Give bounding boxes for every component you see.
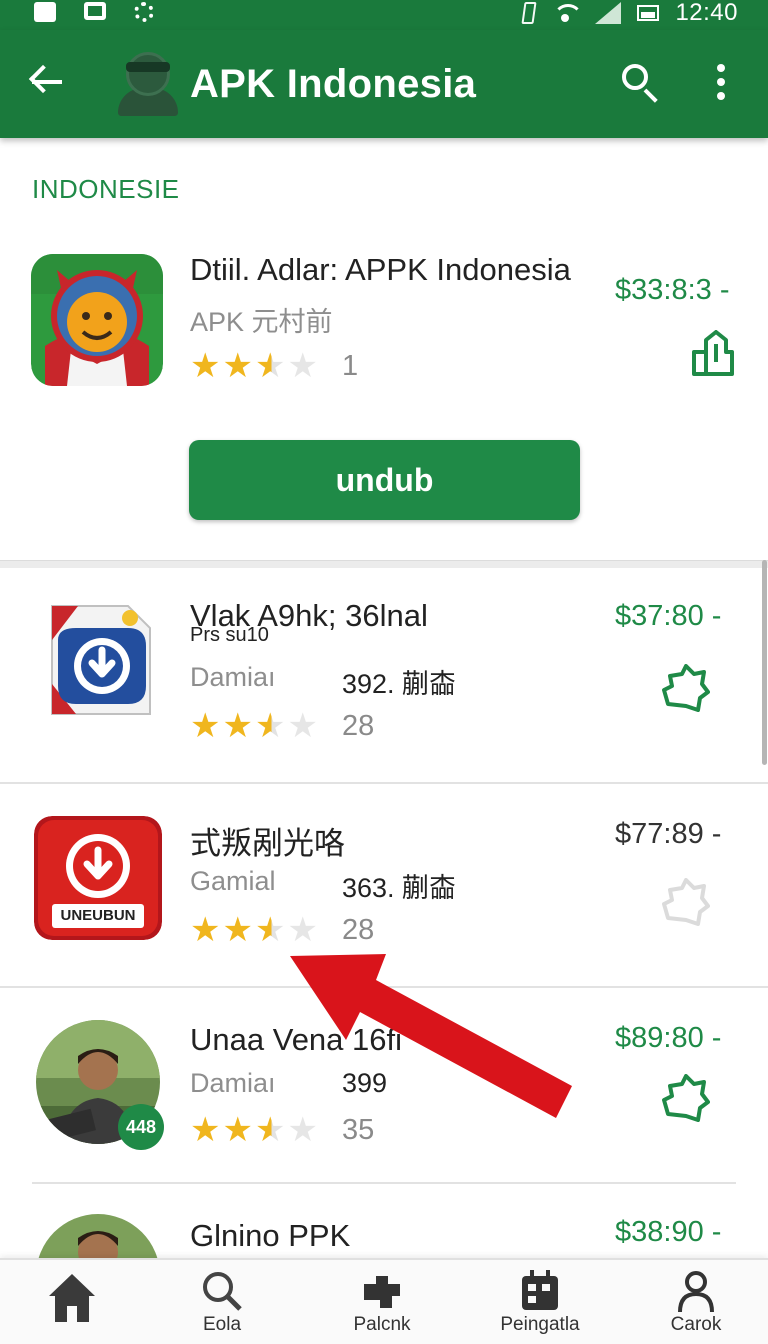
nav-item-account[interactable]: Carok [626, 1260, 766, 1344]
app-category: Damiaı [190, 662, 276, 692]
featured-app-subtitle: APK 元村前 [190, 307, 333, 337]
home-icon [45, 1270, 99, 1329]
app-icon-download-red[interactable]: UNEUBUN [34, 816, 162, 940]
cell-signal-icon [595, 2, 622, 24]
featured-app-icon[interactable] [31, 254, 163, 386]
star-icon: ★ [190, 347, 221, 385]
app-icon-text: UNEUBUN [60, 907, 136, 924]
star-half-icon: ★ [254, 707, 286, 745]
calendar-icon [520, 1270, 560, 1319]
app-size: 392. 蒯楍 [342, 669, 457, 699]
puzzle-icon[interactable] [660, 1074, 710, 1124]
share-icon[interactable] [688, 330, 738, 380]
wifi-icon [551, 2, 584, 24]
avatar-badge: 448 [118, 1104, 164, 1150]
person-icon [676, 1270, 716, 1319]
app-name-overlay: Prs su10 [190, 624, 269, 646]
star-icon: ★ [222, 347, 253, 385]
app-icon-avatar[interactable] [34, 1212, 162, 1258]
app-price: $77:89 - [615, 818, 722, 850]
star-half-icon: ★ [254, 347, 286, 385]
star-icon: ★ [190, 707, 221, 745]
puzzle-icon[interactable] [660, 664, 710, 714]
app-price: $37:80 - [615, 600, 722, 632]
featured-rating-count: 1 [342, 350, 359, 382]
featured-rating-stars: ★ ★ ★ ★ [190, 349, 318, 383]
rating-count: 28 [342, 710, 375, 742]
featured-app-name[interactable]: Dtiil. Adlar: APPK Indonesia [190, 252, 571, 288]
battery-icon [637, 5, 660, 21]
app-name[interactable]: Glnino PPK [190, 1218, 350, 1254]
back-arrow-icon[interactable] [26, 60, 70, 104]
download-button[interactable]: undub [189, 440, 580, 520]
status-time: 12:40 [675, 0, 738, 26]
page-title: APK Indonesia [190, 62, 477, 106]
gallery-notification-icon [84, 2, 106, 20]
more-vert-icon[interactable] [706, 60, 736, 104]
star-empty-icon: ★ [287, 347, 318, 385]
bluetooth-icon [521, 2, 537, 24]
puzzle-icon[interactable] [660, 878, 710, 928]
app-price: $89:80 - [615, 1022, 722, 1054]
app-logo [116, 48, 180, 116]
featured-price: $33:8:3 - [615, 274, 730, 306]
nav-label: Peingatla [500, 1314, 580, 1335]
section-label: INDONESIE [32, 174, 180, 204]
nav-item-apps[interactable]: Palcnk [312, 1260, 452, 1344]
puzzle-icon [360, 1270, 404, 1317]
nav-label: Eola [202, 1314, 242, 1335]
app-size: 363. 蒯楍 [342, 873, 457, 903]
row-divider [32, 1182, 736, 1184]
rating-stars: ★ ★ ★ ★ [190, 709, 318, 743]
scrollbar[interactable] [762, 560, 767, 765]
card-divider [0, 560, 768, 568]
nav-label: Palcnk [353, 1314, 411, 1335]
bottom-navigation: Eola Palcnk Peingatla Carok [0, 1258, 768, 1344]
app-category: Gamial [190, 866, 276, 896]
red-arrow-annotation [290, 954, 572, 1118]
search-icon [201, 1270, 243, 1317]
nav-item-search[interactable]: Eola [152, 1260, 292, 1344]
status-notification-icons [34, 2, 154, 22]
app-bar: APK Indonesia [0, 30, 768, 138]
row-divider [0, 782, 768, 784]
star-icon: ★ [190, 1111, 221, 1149]
search-icon[interactable] [618, 60, 662, 104]
app-icon-avatar[interactable]: 448 [34, 1018, 164, 1150]
settings-notification-icon [134, 2, 154, 22]
nav-label: Carok [670, 1314, 722, 1335]
star-empty-icon: ★ [287, 707, 318, 745]
star-icon: ★ [222, 707, 253, 745]
nav-item-calendar[interactable]: Peingatla [470, 1260, 610, 1344]
status-bar: 12:40 [0, 0, 768, 30]
signal-notification-icon [34, 2, 56, 22]
star-icon: ★ [190, 911, 221, 949]
app-price: $38:90 - [615, 1216, 722, 1248]
app-icon-download-blue[interactable] [48, 600, 154, 720]
star-icon: ★ [222, 911, 253, 949]
star-icon: ★ [222, 1111, 253, 1149]
nav-item-home[interactable] [2, 1260, 142, 1344]
app-name[interactable]: 式叛剐光咯 [190, 818, 345, 863]
